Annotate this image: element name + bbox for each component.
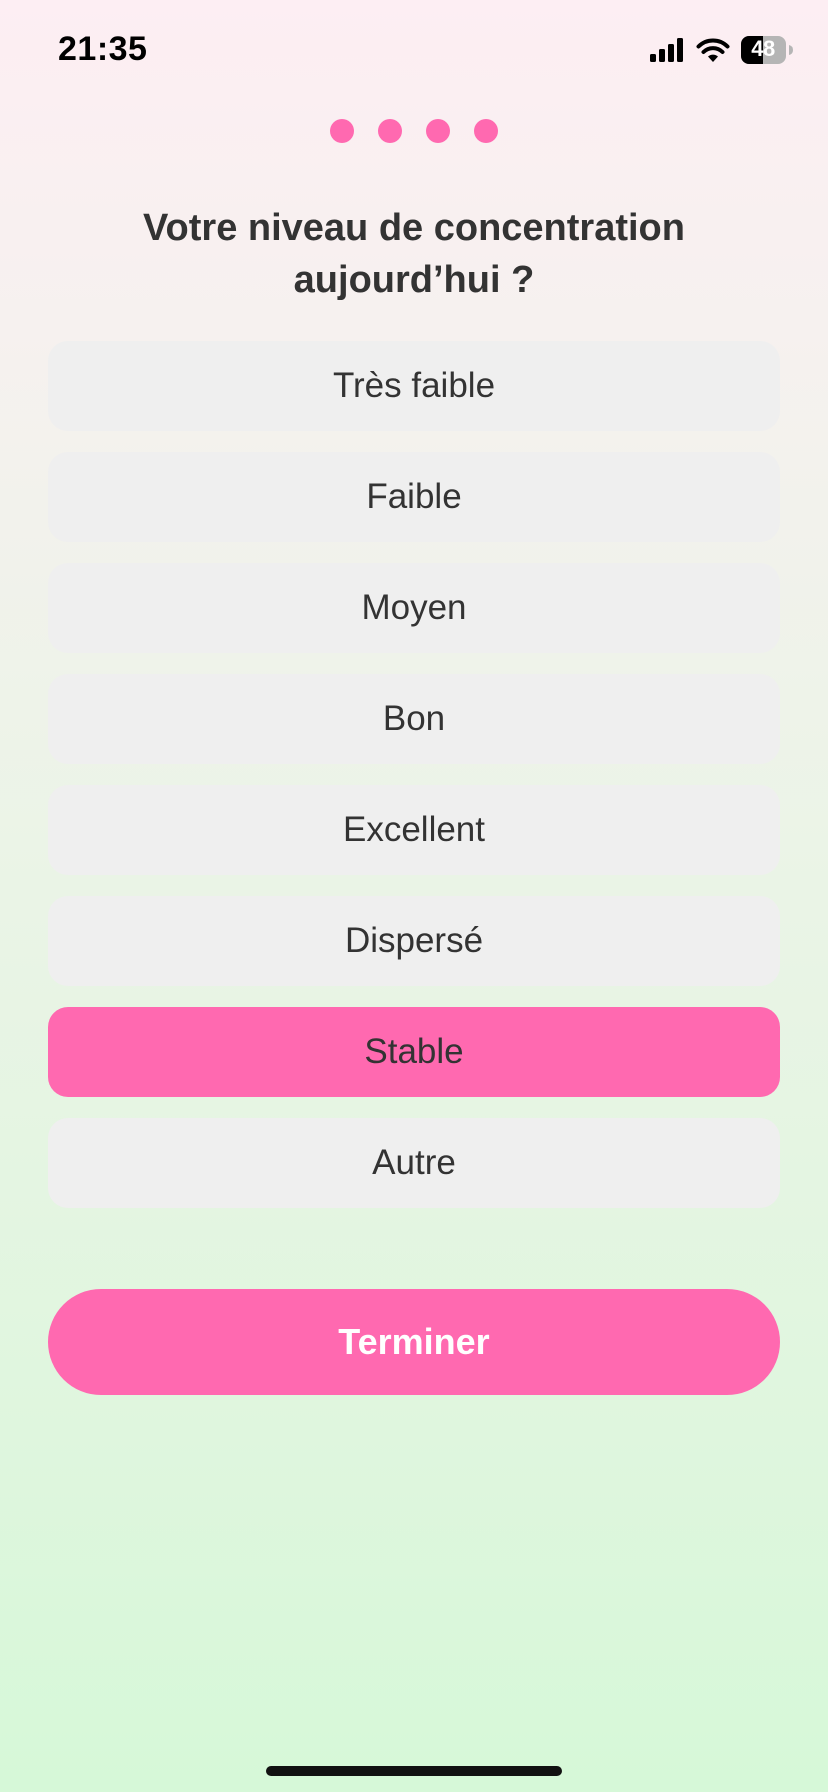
option-faible[interactable]: Faible <box>48 452 780 542</box>
battery-level: 48 <box>751 36 775 61</box>
wifi-icon <box>696 38 730 62</box>
option-stable[interactable]: Stable <box>48 1007 780 1097</box>
progress-dot <box>330 119 354 143</box>
status-bar: 21:35 48 <box>0 0 828 100</box>
option-disperse[interactable]: Dispersé <box>48 896 780 986</box>
option-autre[interactable]: Autre <box>48 1118 780 1208</box>
finish-button[interactable]: Terminer <box>48 1289 780 1395</box>
options-list: Très faible Faible Moyen Bon Excellent D… <box>48 341 780 1229</box>
progress-indicator <box>0 119 828 143</box>
signal-icon <box>650 38 683 62</box>
option-tres-faible[interactable]: Très faible <box>48 341 780 431</box>
progress-dot <box>378 119 402 143</box>
question-title: Votre niveau de concentration aujourd’hu… <box>143 207 685 301</box>
option-bon[interactable]: Bon <box>48 674 780 764</box>
option-moyen[interactable]: Moyen <box>48 563 780 653</box>
battery-icon: 48 <box>740 35 794 65</box>
status-time: 21:35 <box>58 30 148 68</box>
home-indicator[interactable] <box>266 1766 562 1776</box>
option-excellent[interactable]: Excellent <box>48 785 780 875</box>
progress-dot <box>474 119 498 143</box>
status-icons: 48 <box>650 34 794 66</box>
progress-dot <box>426 119 450 143</box>
